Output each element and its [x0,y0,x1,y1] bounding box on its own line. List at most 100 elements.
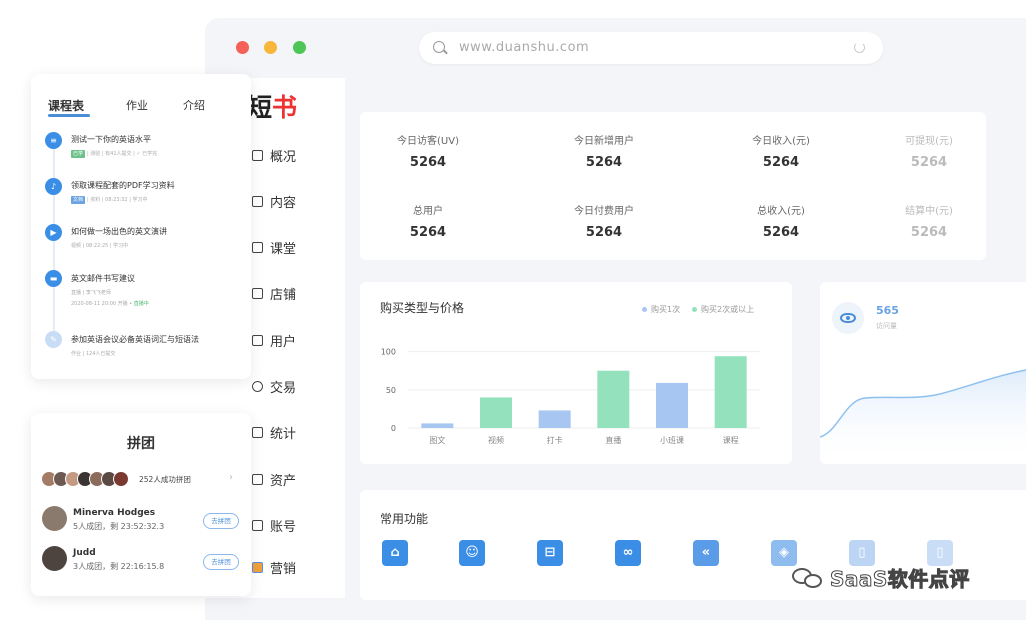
sidebar-item-content[interactable]: 内容 [252,191,296,211]
lesson-title[interactable]: 如何做一场出色的英文演讲 [71,226,246,237]
sidebar-item-store[interactable]: 店铺 [252,283,296,303]
quiz-icon: ≡ [45,132,62,149]
timeline [53,140,55,342]
maximize-window-button[interactable] [293,41,306,54]
lesson-meta: 作业 | 124人已提交 [71,351,116,357]
stat-today-paying-users: 今日付费用户 5264 [574,206,634,240]
member-info: 5人成团，剩 23:52:32.3 [73,522,165,531]
join-group-button[interactable]: 去拼团 [203,554,239,570]
user-icon [252,334,263,346]
store-icon [252,287,263,299]
content-icon [252,195,263,207]
publish-icon[interactable]: ⌂ [382,540,408,566]
purchase-type-chart-card: 购买类型与价格 购买1次 购买2次或以上 0 50 100 图文 视频 打卡 直播 小班课 课程 [360,282,792,464]
avatar [42,546,67,571]
lesson-meta: 文档 | 资料 | 08:23:32 | 学习中 [71,196,148,204]
transaction-icon [252,380,263,392]
bar[interactable] [656,382,688,428]
x-tick-label: 图文 [429,435,445,445]
y-tick-label: 0 [391,424,396,433]
y-tick-label: 100 [381,348,396,357]
join-group-button[interactable]: 去拼团 [203,513,239,529]
group-success-count: 252人成功拼团 [139,475,191,484]
stat-total-users: 总用户 5264 [409,206,447,240]
tab-active-indicator [48,114,90,117]
stats-panel: 今日访客(UV) 5264 今日新增用户 5264 今日收入(元) 5264 可… [360,112,986,260]
address-bar[interactable]: www.duanshu.com [419,32,883,64]
marketing-icon [252,561,263,573]
sidebar-item-overview[interactable]: 概况 [252,145,296,165]
wechat-icon [792,566,826,590]
course-schedule-card: 课程表 作业 介绍 ≡ 测试一下你的英语水平 已学 | 测验 | 有41人提交 |… [31,74,251,379]
lesson-live-time: 2020-08-11 20:00 开播 • 直播中 [71,301,149,307]
lesson-title[interactable]: 参加英语会议必备英语词汇与短语法 [71,334,246,345]
stat-today-new-users: 今日新增用户 5264 [574,136,634,170]
avatar [42,506,67,531]
x-tick-label: 打卡 [547,435,563,445]
tab-schedule[interactable]: 课程表 [48,97,84,114]
group-buy-card: 拼团 252人成功拼团 › Minerva Hodges 5人成团，剩 23:5… [31,413,251,596]
x-tick-label: 视频 [488,435,504,445]
classroom-icon [252,241,263,253]
watermark: SaaS软件点评 [792,563,970,592]
sidebar-item-statistics[interactable]: 统计 [252,422,296,442]
logo: 短书 [247,93,298,122]
lesson-title[interactable]: 测试一下你的英语水平 [71,134,246,145]
y-tick-label: 50 [386,386,396,395]
code-icon[interactable]: « [693,540,719,566]
x-tick-label: 课程 [723,436,739,445]
overview-icon [252,149,263,161]
link-icon[interactable]: ∞ [615,540,641,566]
bar[interactable] [421,423,454,428]
member-name: Minerva Hodges [73,508,156,518]
avatar [113,471,129,487]
stat-withdrawable: 可提现(元) 5264 [905,136,953,170]
group-buy-title: 拼团 [127,436,155,452]
sidebar-item-assets[interactable]: 资产 [252,469,296,489]
stat-today-visitors: 今日访客(UV) 5264 [397,136,459,170]
member-info: 3人成团，剩 22:16:15.8 [73,562,165,571]
sidebar-item-marketing[interactable]: 营销 [252,557,296,577]
reload-icon[interactable] [854,42,865,53]
video-icon: ▶ [45,224,62,241]
statistics-icon [252,426,263,438]
watermark-text: SaaS软件点评 [830,567,970,592]
bar[interactable] [538,410,571,428]
sidebar-item-account[interactable]: 账号 [252,515,296,535]
member-name: Judd [73,548,96,558]
x-tick-label: 小班课 [660,435,684,445]
lesson-meta: 视频 | 08:22:25 | 学习中 [71,243,129,249]
avatar-stack [41,471,129,487]
assets-icon [252,473,263,485]
bar[interactable] [480,397,512,428]
browser-toolbar: www.duanshu.com [205,18,1026,78]
common-functions-title: 常用功能 [380,512,429,526]
sidebar-item-transactions[interactable]: 交易 [252,376,296,396]
tab-intro[interactable]: 介绍 [183,97,205,113]
minimize-window-button[interactable] [264,41,277,54]
visits-card: 565 访问量 [820,282,1026,464]
homework-icon: ✎ [45,331,62,348]
sidebar-item-users[interactable]: 用户 [252,330,296,350]
url-text: www.duanshu.com [459,40,590,55]
stat-total-revenue: 总收入(元) 5264 [757,206,805,240]
lesson-title[interactable]: 英文邮件书写建议 [71,273,246,284]
tab-homework[interactable]: 作业 [126,97,148,113]
bar[interactable] [714,356,747,428]
account-icon [252,519,263,531]
audio-icon: ♪ [45,178,62,195]
live-icon: ▬ [45,270,62,287]
member-icon[interactable]: ☺ [459,540,485,566]
lesson-meta: 已学 | 测验 | 有41人提交 | ✓ 已学完 [71,150,158,158]
lesson-title[interactable]: 领取课程配套的PDF学习资料 [71,180,246,191]
sidebar-item-classroom[interactable]: 课堂 [252,237,296,257]
lesson-meta: 直播 | 李飞飞老师 [71,290,111,296]
stat-today-revenue: 今日收入(元) 5264 [752,136,810,170]
chevron-right-icon[interactable]: › [229,472,233,483]
bar-chart: 0 50 100 图文 视频 打卡 直播 小班课 课程 [381,348,760,445]
close-window-button[interactable] [236,41,249,54]
visits-trend-line [820,369,1026,464]
x-tick-label: 直播 [605,435,621,445]
scan-icon[interactable]: ⊟ [537,540,563,566]
bar[interactable] [597,370,630,428]
